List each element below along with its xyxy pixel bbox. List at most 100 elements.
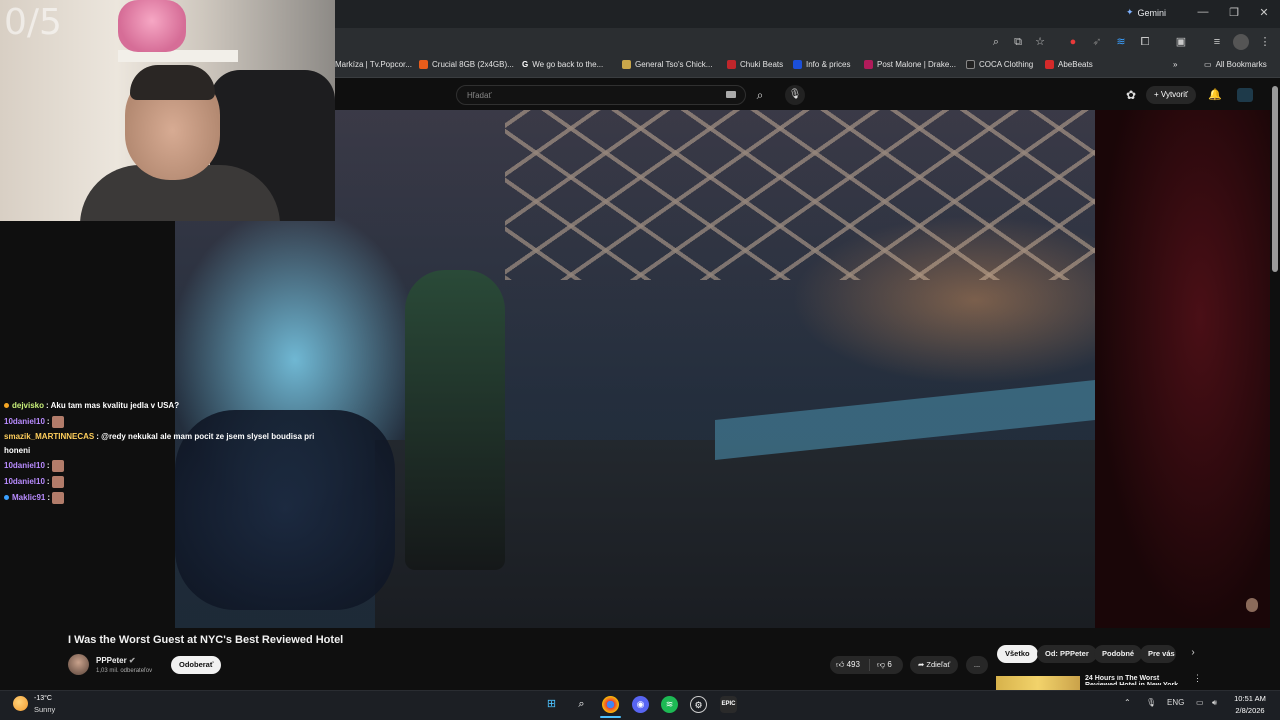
video-person [405,270,505,570]
more-actions-button[interactable]: ... [966,656,988,674]
gemini-ai-icon[interactable]: ✿ [1126,88,1136,102]
bookmark-item[interactable]: Crucial 8GB (2x4GB)... [419,60,514,69]
tray-network-icon[interactable]: ▭ [1196,698,1204,707]
video-ceiling [505,110,1095,280]
subscribe-button[interactable]: Odoberať [171,656,222,674]
all-bookmarks-button[interactable]: ▭ All Bookmarks [1204,60,1267,69]
recommended-title[interactable]: 24 Hours in The Worst Reviewed Hotel in … [1085,675,1185,685]
sidepanel-icon[interactable]: ▣ [1173,34,1189,50]
spotify-icon[interactable]: ≋ [661,696,678,713]
restore-icon[interactable]: ❐ [1224,6,1244,19]
bookmark-item[interactable]: General Tso's Chick... [622,60,712,69]
bookmark-favicon-icon [966,60,975,69]
bookmarks-overflow-icon[interactable]: » [1173,60,1177,69]
bookmark-favicon-icon [419,60,428,69]
minimize-icon[interactable]: — [1193,6,1213,18]
like-divider [869,659,870,671]
profile-avatar[interactable] [1233,34,1249,50]
bookmark-item[interactable]: G We go back to the... [522,60,603,69]
webcam-overlay: 0/5 [0,0,335,221]
search-icon[interactable]: ⌕ [748,85,772,105]
chat-username: smazik_MARTINNECAS [4,432,95,441]
all-bookmarks-label: All Bookmarks [1215,60,1267,69]
discord-icon[interactable]: ◉ [632,696,649,713]
steam-icon[interactable]: ⚙ [690,696,707,713]
epic-games-icon[interactable]: EPIC [720,696,737,713]
bookmark-label: Info & prices [806,60,851,69]
tray-volume-icon[interactable]: 🔊︎ [1212,698,1217,708]
chrome-icon[interactable] [602,696,619,713]
weather-sun-icon[interactable] [13,696,28,711]
emote-icon [51,459,64,472]
tray-overflow-icon[interactable]: ⌃ [1124,698,1131,707]
page-scrollbar[interactable] [1272,86,1278,272]
keyboard-language[interactable]: ENG [1167,698,1184,707]
bookmark-item[interactable]: AbeBeats [1045,60,1093,69]
chat-message: smazik_MARTINNECAS: @redy nekukal ale ma… [0,430,340,444]
google-g-icon: G [522,60,529,69]
close-icon[interactable]: ✕ [1254,6,1274,19]
chat-message: 10daniel10: [0,414,340,430]
recommended-thumbnail[interactable] [996,676,1080,690]
create-label: Vytvoriť [1160,90,1189,99]
extension-opera-icon[interactable]: ● [1065,34,1081,50]
recommended-more-icon[interactable]: ⋮ [1193,673,1202,684]
dislike-button[interactable]: 👎︎ 6 [877,656,892,674]
bookmark-item[interactable]: COCA Clothing [966,60,1033,69]
channel-avatar[interactable] [68,654,89,675]
bookmark-label: Post Malone | Drake... [877,60,956,69]
media-icon[interactable]: ≡ [1209,34,1225,50]
menu-kebab-icon[interactable]: ⋮ [1257,34,1273,50]
install-icon[interactable]: ⧉ [1010,34,1026,50]
bookmark-item[interactable]: Post Malone | Drake... [864,60,956,69]
notifications-bell-icon[interactable]: 🔔 [1208,88,1222,101]
chip-for-you[interactable]: Pre vás [1140,645,1176,663]
stream-score: 0/5 [4,2,62,43]
clock-time[interactable]: 10:51 AM [1228,694,1272,703]
channel-name[interactable]: PPPeter ✔ [96,656,136,665]
chat-message: 10daniel10: [0,474,340,490]
extensions-puzzle-icon[interactable]: ⧠ [1137,34,1153,50]
chevron-right-icon[interactable]: › [1186,647,1200,661]
chip-from-channel[interactable]: Od: PPPeter [1037,645,1097,663]
bookmark-item[interactable]: Info & prices [793,60,850,69]
bookmark-item[interactable]: Markíza | Tv.Popcor... [335,60,412,69]
taskbar-search-icon[interactable]: ⌕ [573,696,590,713]
keyboard-icon[interactable] [726,91,736,98]
bookmark-favicon-icon [1045,60,1054,69]
clock-date[interactable]: 2/8/2026 [1228,706,1272,715]
bookmark-label: Markíza | Tv.Popcor... [335,60,412,69]
bookmark-item[interactable]: Chuki Beats [727,60,783,69]
create-button[interactable]: + Vytvoriť [1146,86,1197,104]
bookmark-favicon-icon [622,60,631,69]
floating-avatar [1246,598,1258,612]
like-button[interactable]: 👍︎ 493 [836,656,860,674]
bookmark-label: We go back to the... [532,60,604,69]
share-button[interactable]: ➦ Zdieľať [910,656,959,674]
chat-username: dejvisko [12,401,45,410]
chat-message-continued: honeni [0,444,340,458]
mic-icon[interactable]: 🎙 [785,85,805,105]
chip-all[interactable]: Všetko [997,645,1038,663]
bookmark-star-icon[interactable]: ☆ [1032,34,1048,50]
stream-chat: dejvisko: Aku tam mas kvalitu jedla v US… [0,398,340,506]
zoom-icon[interactable]: ⌕ [988,34,1004,50]
search-input[interactable]: Hľadať [456,85,746,105]
chat-username: Maklic91 [12,493,46,502]
chip-related[interactable]: Podobné [1094,645,1143,663]
share-label: Zdieľať [926,660,951,669]
verified-icon: ✔ [128,656,136,665]
gemini-button[interactable]: ✦ Gemini [1126,7,1166,18]
bookmark-favicon-icon [864,60,873,69]
account-avatar[interactable] [1237,88,1253,102]
extension-wave-icon[interactable]: ≋ [1113,34,1129,50]
bookmark-label: General Tso's Chick... [635,60,713,69]
tray-mic-icon[interactable]: 🎙 [1146,698,1156,707]
start-windows-icon[interactable]: ⊞ [543,696,560,713]
bookmark-label: Chuki Beats [740,60,784,69]
bookmark-label: AbeBeats [1058,60,1093,69]
bookmark-label: Crucial 8GB (2x4GB)... [432,60,514,69]
bookmark-favicon-icon [727,60,736,69]
extension-feather-icon[interactable]: ➶ [1089,34,1105,50]
chat-message: dejvisko: Aku tam mas kvalitu jedla v US… [0,398,340,414]
